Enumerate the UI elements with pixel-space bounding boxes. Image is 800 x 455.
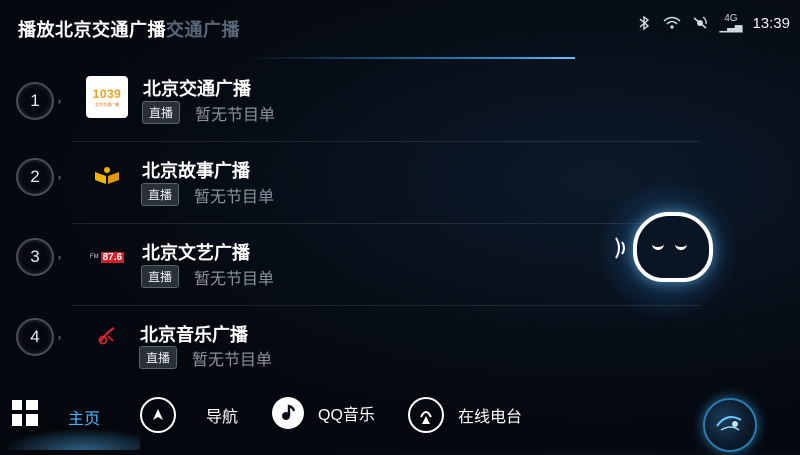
- station-logo-gushi: [86, 154, 128, 196]
- station-number: 2 ›: [16, 158, 61, 196]
- title-ghost-text: 交通广播: [166, 20, 240, 40]
- wifi-icon: [663, 14, 681, 32]
- station-number-text: 1: [30, 91, 40, 110]
- assistant-eye-left: [652, 240, 664, 250]
- station-name: 北京音乐广播: [140, 325, 248, 345]
- logo-text: 1039: [92, 86, 122, 101]
- chevron-right-icon: ›: [58, 332, 61, 342]
- nav-navigation[interactable]: 导航: [140, 397, 238, 433]
- schedule-text: 暂无节目单: [194, 189, 275, 206]
- live-badge: 直播: [141, 265, 180, 288]
- station-name: 北京故事广播: [142, 161, 250, 181]
- schedule-text: 暂无节目单: [195, 107, 276, 124]
- music-logo-icon: [98, 327, 115, 345]
- bluetooth-icon: [635, 14, 653, 32]
- live-badge: 直播: [141, 183, 180, 206]
- network-label: 4G: [724, 13, 738, 24]
- station-number: 3 ›: [16, 238, 61, 276]
- clock: 13:39: [752, 14, 790, 32]
- voice-assistant-button[interactable]: [633, 212, 713, 282]
- chevron-right-icon: ›: [58, 172, 61, 182]
- navigation-icon: [140, 397, 176, 433]
- app-grid-icon[interactable]: [12, 400, 38, 426]
- chevron-right-icon: ›: [58, 96, 61, 106]
- bottom-nav: 主页 导航 QQ音乐 在线电台: [0, 382, 800, 450]
- top-bar: 播放北京交通广播交通广播 4G ▁▃▅ 13:39: [0, 0, 800, 60]
- title-station: 北京交通广播: [55, 20, 166, 40]
- nav-qq-music[interactable]: QQ音乐: [272, 397, 375, 429]
- station-logo-wenyi: FM 87.6: [86, 236, 128, 278]
- station-number-text: 4: [30, 327, 40, 346]
- station-number: 4 ›: [16, 318, 61, 356]
- title-prefix: 播放: [18, 20, 55, 40]
- schedule-text: 暂无节目单: [194, 271, 275, 288]
- page-title: 播放北京交通广播交通广播: [18, 16, 240, 42]
- sound-waves-icon: [615, 237, 625, 259]
- logo-fm-text: FM: [89, 254, 99, 260]
- logo-subtext: 北京交通广播: [95, 101, 119, 107]
- live-badge: 直播: [139, 346, 178, 369]
- title-progress-line: [245, 57, 575, 59]
- status-bar: 4G ▁▃▅ 13:39: [635, 13, 790, 33]
- qq-music-icon: [272, 397, 304, 429]
- assistant-orb-button[interactable]: [703, 398, 757, 452]
- station-number-text: 2: [30, 167, 40, 186]
- logo-frequency: 87.6: [100, 251, 125, 263]
- nav-qq-music-label: QQ音乐: [318, 407, 375, 424]
- station-name: 北京文艺广播: [142, 243, 250, 263]
- nav-home[interactable]: 主页: [68, 405, 100, 429]
- station-number: 1 ›: [16, 82, 61, 120]
- station-logo-jiaotong: 1039 北京交通广播: [86, 76, 128, 118]
- nav-online-radio-label: 在线电台: [458, 409, 523, 426]
- network-4g-icon: 4G ▁▃▅: [719, 13, 743, 33]
- chevron-right-icon: ›: [58, 252, 61, 262]
- online-radio-icon: [408, 397, 444, 433]
- book-logo-icon: [95, 167, 119, 184]
- signal-icon: [691, 14, 709, 32]
- station-name: 北京交通广播: [143, 79, 251, 99]
- assistant-eye-right: [675, 240, 687, 250]
- live-badge: 直播: [142, 101, 181, 124]
- nav-online-radio[interactable]: 在线电台: [408, 397, 522, 433]
- station-row-1[interactable]: 1 › 1039 北京交通广播 北京交通广播 直播 暂无节目单: [0, 60, 800, 142]
- station-number-text: 3: [30, 247, 40, 266]
- schedule-text: 暂无节目单: [192, 352, 273, 369]
- nav-navigation-label: 导航: [206, 409, 239, 426]
- station-logo-yinyue: [86, 314, 128, 356]
- nav-home-label: 主页: [68, 411, 101, 428]
- swirl-icon: [716, 416, 742, 431]
- home-active-glow: [0, 428, 140, 450]
